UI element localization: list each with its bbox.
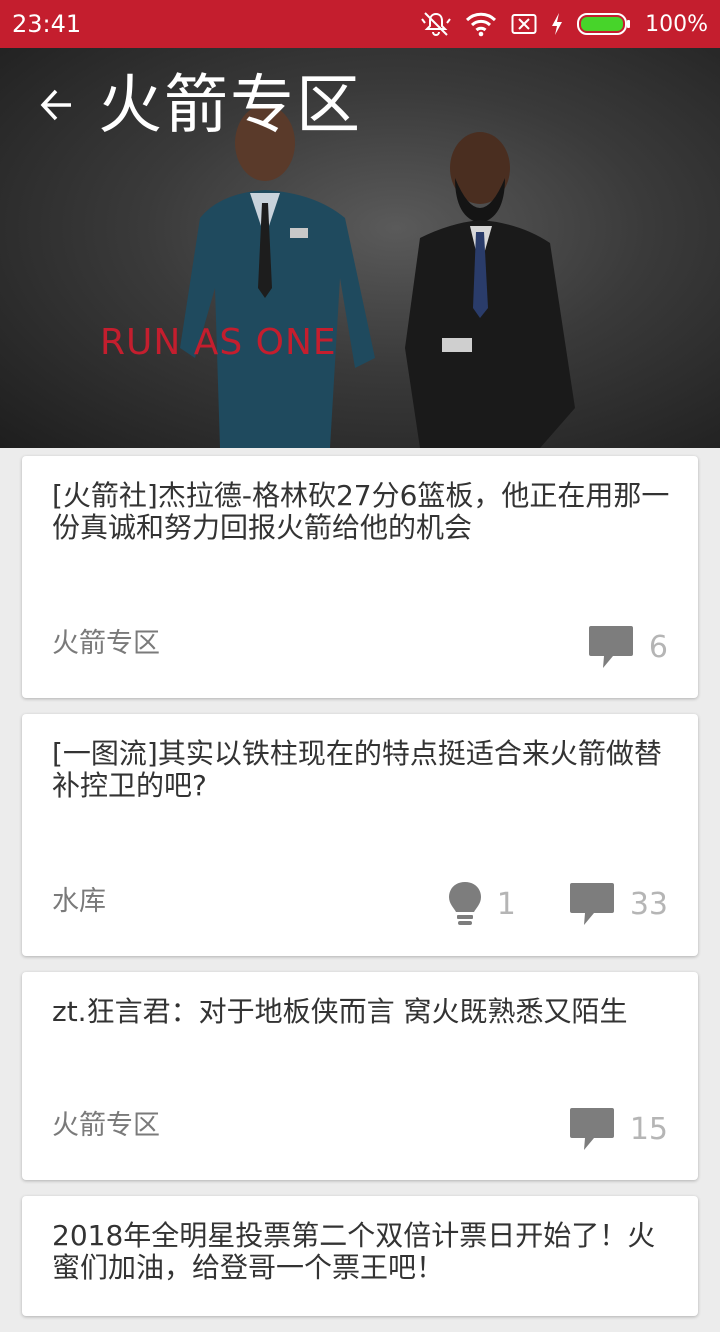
post-feed: [火箭社]杰拉德-格林砍27分6篮板，他正在用那一份真诚和努力回报火箭给他的机会… (22, 456, 698, 1332)
player-left-figure (180, 105, 375, 448)
post-title: 2018年全明星投票第二个双倍计票日开始了！火蜜们加油，给登哥一个票王吧！ (52, 1219, 656, 1284)
comment-number: 15 (629, 1111, 668, 1147)
comment-icon (569, 883, 614, 925)
charging-icon (551, 12, 563, 36)
post-source[interactable]: 火箭专区 (52, 621, 160, 660)
comment-count[interactable]: 33 (568, 881, 668, 927)
post-stats: 15 (516, 1106, 668, 1152)
status-bar: 23:41 100% (0, 0, 720, 48)
no-sim-icon (511, 12, 537, 36)
hero-banner: 火箭专区 RUN AS ONE (0, 48, 720, 448)
post-card[interactable]: zt.狂言君：对于地板侠而言 窝火既熟悉又陌生 火箭专区 15 (22, 972, 698, 1180)
post-card[interactable]: [一图流]其实以铁柱现在的特点挺适合来火箭做替补控卫的吧? 水库 1 33 (22, 714, 698, 956)
post-source[interactable]: 火箭专区 (52, 1103, 160, 1142)
wifi-icon (465, 11, 497, 37)
battery-percent: 100% (645, 11, 708, 37)
post-title: [火箭社]杰拉德-格林砍27分6篮板，他正在用那一份真诚和努力回报火箭给他的机会 (52, 479, 670, 544)
post-card[interactable]: [火箭社]杰拉德-格林砍27分6篮板，他正在用那一份真诚和努力回报火箭给他的机会… (22, 456, 698, 698)
post-title: zt.狂言君：对于地板侠而言 窝火既熟悉又陌生 (52, 995, 628, 1028)
player-right-figure (405, 132, 575, 448)
comment-count[interactable]: 6 (587, 624, 668, 670)
post-card[interactable]: 2018年全明星投票第二个双倍计票日开始了！火蜜们加油，给登哥一个票王吧！ (22, 1196, 698, 1316)
comment-icon (569, 1108, 614, 1150)
post-source[interactable]: 水库 (52, 879, 106, 918)
back-button[interactable] (34, 82, 80, 128)
post-stats: 6 (535, 624, 668, 670)
status-icons: 100% (421, 9, 708, 39)
post-title: [一图流]其实以铁柱现在的特点挺适合来火箭做替补控卫的吧? (52, 737, 662, 802)
comment-number: 33 (629, 886, 668, 922)
battery-icon (577, 12, 631, 36)
light-number: 1 (496, 886, 516, 922)
status-time: 23:41 (12, 10, 82, 38)
hero-slogan: RUN AS ONE (100, 322, 337, 363)
post-stats: 1 33 (395, 880, 668, 928)
comment-icon (588, 626, 633, 668)
comment-count[interactable]: 15 (568, 1106, 668, 1152)
mute-icon (421, 9, 451, 39)
page-title: 火箭专区 (98, 69, 362, 143)
arrow-left-icon (40, 89, 71, 121)
comment-number: 6 (648, 629, 668, 665)
light-count[interactable]: 1 (447, 880, 516, 928)
lightbulb-icon (448, 882, 481, 925)
